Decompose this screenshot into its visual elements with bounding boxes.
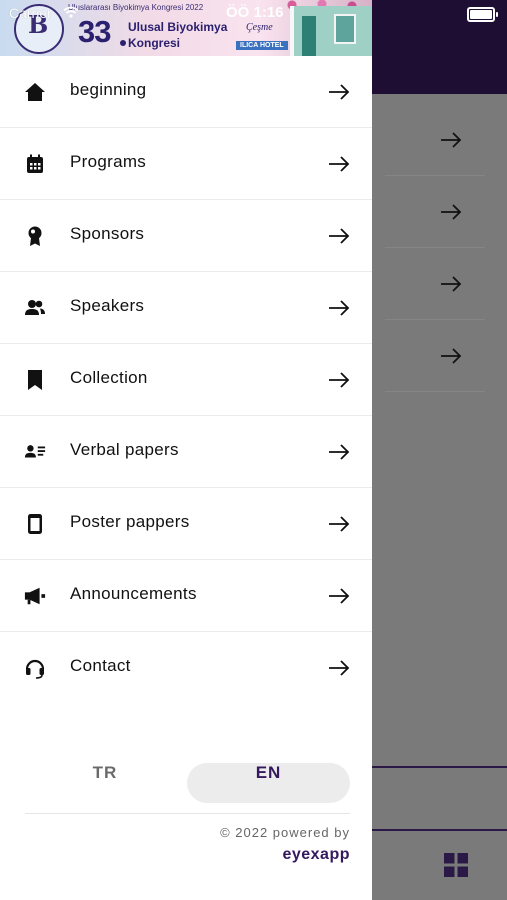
menu-item-label: Poster pappers: [70, 512, 190, 531]
menu-item-verbal-papers[interactable]: Verbal papers: [0, 416, 372, 488]
arrow-right-icon: [441, 348, 462, 364]
menu-item-label: Sponsors: [70, 224, 145, 243]
award-icon: [28, 226, 42, 246]
headset-icon: [25, 659, 45, 679]
arrow-right-icon: [329, 300, 350, 316]
arrow-right-icon: [329, 516, 350, 532]
arrow-right-icon: [329, 156, 350, 172]
menu-item-label: Verbal papers: [70, 440, 179, 459]
footer-divider: [25, 813, 350, 814]
drawer-menu: beginning Programs Sponsors Speakers Col…: [0, 56, 372, 703]
status-carrier: Carrier: [9, 5, 52, 21]
divider: [372, 829, 507, 831]
menu-item-label: Contact: [70, 656, 131, 675]
language-tr-button[interactable]: TR: [25, 763, 185, 803]
banner-title-line1: Ulusal Biyokimya: [128, 20, 228, 34]
battery-icon: [467, 7, 498, 22]
megaphone-icon: [24, 587, 46, 605]
banner-top-text: Uluslararası Biyokimya Kongresi 2022: [68, 3, 204, 12]
banner-hotel: ILICA HOTEL: [236, 41, 288, 50]
menu-item-sponsors[interactable]: Sponsors: [0, 200, 372, 272]
arrow-right-icon: [329, 660, 350, 676]
wifi-icon: [63, 6, 79, 18]
menu-item-speakers[interactable]: Speakers: [0, 272, 372, 344]
brand-link[interactable]: eyexapp: [282, 846, 350, 864]
background-row[interactable]: [385, 176, 485, 248]
arrow-right-icon: [329, 444, 350, 460]
background-row[interactable]: [385, 104, 485, 176]
arrow-right-icon: [329, 372, 350, 388]
users-icon: [25, 300, 45, 315]
banner-venue: Çeşme: [246, 22, 273, 33]
calendar-icon: [27, 154, 43, 173]
tablet-icon: [28, 514, 42, 534]
menu-item-label: Collection: [70, 368, 148, 387]
arrow-right-icon: [329, 84, 350, 100]
status-time: ÖÖ 1:16: [226, 4, 284, 21]
bookmark-icon: [28, 370, 42, 390]
banner-title-line2: Kongresi: [128, 36, 181, 50]
menu-item-collection[interactable]: Collection: [0, 344, 372, 416]
menu-item-beginning[interactable]: beginning: [0, 56, 372, 128]
powered-by-text: © 2022 powered by: [220, 825, 350, 840]
menu-item-label: Speakers: [70, 296, 145, 315]
menu-item-contact[interactable]: Contact: [0, 632, 372, 703]
congress-number: 33: [78, 14, 111, 49]
menu-item-label: Announcements: [70, 584, 197, 603]
menu-item-label: Programs: [70, 152, 147, 171]
number-dot: [120, 40, 126, 46]
divider: [372, 766, 507, 768]
side-drawer: B Uluslararası Biyokimya Kongresi 2022 3…: [0, 0, 372, 900]
arrow-right-icon: [441, 132, 462, 148]
arrow-right-icon: [329, 588, 350, 604]
arrow-right-icon: [441, 204, 462, 220]
contact-card-icon: [24, 445, 46, 458]
congress-banner: B Uluslararası Biyokimya Kongresi 2022 3…: [0, 0, 372, 56]
window-illustration: [334, 14, 356, 44]
arrow-right-icon: [441, 276, 462, 292]
language-en-button[interactable]: EN: [187, 763, 350, 803]
grid-icon[interactable]: [444, 853, 468, 877]
menu-item-poster-papers[interactable]: Poster pappers: [0, 488, 372, 560]
home-icon: [25, 83, 45, 101]
arrow-right-icon: [329, 228, 350, 244]
menu-item-announcements[interactable]: Announcements: [0, 560, 372, 632]
background-row[interactable]: [385, 320, 485, 392]
menu-item-label: beginning: [70, 80, 147, 99]
background-row[interactable]: [385, 248, 485, 320]
language-switcher: TR EN: [25, 763, 350, 803]
door-illustration: [302, 16, 316, 56]
menu-item-programs[interactable]: Programs: [0, 128, 372, 200]
